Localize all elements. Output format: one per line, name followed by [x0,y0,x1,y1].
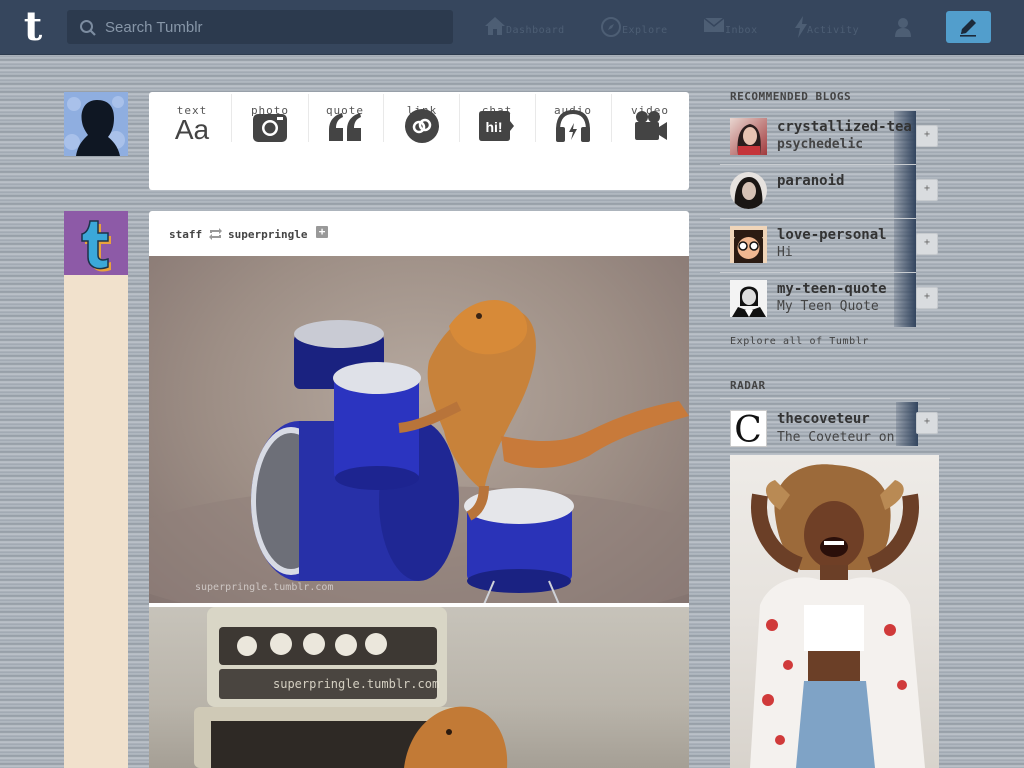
svg-text:C: C [734,411,762,446]
coveteur-logo-icon: C [734,411,762,446]
follow-blog-button[interactable]: + [916,233,938,255]
post-type-audio[interactable]: audio [535,92,611,152]
lizard-drums-illustration [149,299,689,626]
divider [720,398,950,399]
silhouette-avatar-icon [64,96,125,156]
post-type-link[interactable]: link [384,92,460,152]
cartoon-avatar-icon [734,230,763,263]
portrait-avatar-icon [732,286,766,317]
laughing-woman-photo [750,464,925,768]
blog-avatar[interactable] [730,118,767,155]
blog-subtitle: My Teen Quote [777,299,879,314]
follow-blog-button[interactable]: + [916,125,938,147]
explore-all-link[interactable]: Explore all of Tumblr [730,336,869,347]
follow-blog-button[interactable]: + [916,287,938,309]
blog-subtitle: The Coveteur on [777,430,895,445]
pencil-icon [960,19,976,37]
home-icon [485,17,505,35]
blog-name[interactable]: paranoid [777,173,914,189]
recommended-blog-row[interactable]: crystallized-tea psychedelic + [720,111,940,165]
blog-name[interactable]: my-teen-quote [777,281,914,297]
blog-avatar[interactable] [730,226,767,263]
portrait-avatar-icon [737,124,761,155]
blog-subtitle: Hi [777,245,793,260]
blog-avatar[interactable]: C [730,410,767,447]
quote-icon [329,113,361,141]
nav-inbox-label: Inbox [725,25,758,36]
post-type-quote[interactable]: quote [307,92,383,152]
nav-activity-label: Activity [807,25,860,36]
blog-avatar[interactable] [730,172,767,209]
search-box[interactable] [67,10,453,44]
tumblr-logo[interactable]: t [13,6,53,48]
post-reblogged-from[interactable]: superpringle [228,228,307,241]
blog-name[interactable]: crystallized-tea [777,119,914,135]
post-type-text[interactable]: text Aa [154,92,230,152]
link-icon [405,109,439,143]
post-type-video[interactable]: video [612,92,688,152]
staff-avatar[interactable] [64,211,128,275]
radar-photo[interactable] [730,455,939,768]
compose-button[interactable] [946,11,991,43]
text-icon: Aa [175,114,210,144]
camera-icon [253,114,287,142]
post-type-selector: text Aa photo quote link chat [149,92,689,190]
video-camera-icon [635,111,667,140]
user-icon [895,18,911,37]
headphones-icon [556,109,590,142]
nav-explore-label: Explore [622,25,668,36]
dashboard-post: staff superpringle + superpringle.tumblr… [149,211,689,768]
svg-text:hi!: hi! [485,119,502,135]
compass-icon [601,17,621,37]
post-type-photo[interactable]: photo [232,92,308,152]
envelope-icon [703,17,725,32]
recommended-blog-row[interactable]: paranoid + [720,165,940,219]
post-blog-name[interactable]: staff [169,228,202,241]
user-avatar[interactable] [64,92,128,156]
post-avatar-strip [64,275,128,768]
blog-name[interactable]: thecoveteur [777,411,897,427]
follow-blog-button[interactable]: + [916,179,938,201]
chat-icon: hi! [479,111,514,141]
follow-blog-button[interactable]: + [916,412,938,434]
blog-subtitle: psychedelic [777,137,864,152]
divider [720,109,950,110]
follow-button[interactable]: + [316,226,328,238]
post-photo[interactable]: superpringle.tumblr.com [149,256,689,626]
top-navigation-bar: t Dashboard Explore Inbox Activity [0,0,1024,55]
photo-watermark: superpringle.tumblr.com [273,677,440,691]
portrait-avatar-icon [734,177,763,209]
recommended-blog-row[interactable]: love-personal Hi + [720,219,940,273]
reblog-icon [209,228,222,240]
tumblr-t-avatar-icon [81,220,111,272]
recommended-blog-row[interactable]: my-teen-quote My Teen Quote + [720,273,940,327]
photo-watermark: superpringle.tumblr.com [195,582,334,593]
search-input[interactable] [105,10,445,44]
post-type-chat[interactable]: chat hi! [459,92,535,152]
post-photo[interactable]: superpringle.tumblr.com [149,607,689,768]
recommended-blogs-title: RECOMMENDED BLOGS [730,90,852,103]
blog-name[interactable]: love-personal [777,227,914,243]
svg-text:Aa: Aa [175,114,210,144]
nav-dashboard-label: Dashboard [506,25,565,36]
blog-avatar[interactable] [730,280,767,317]
radar-blog-row[interactable]: C thecoveteur The Coveteur on + [720,402,940,456]
radar-title: RADAR [730,379,766,392]
search-icon [80,20,96,36]
